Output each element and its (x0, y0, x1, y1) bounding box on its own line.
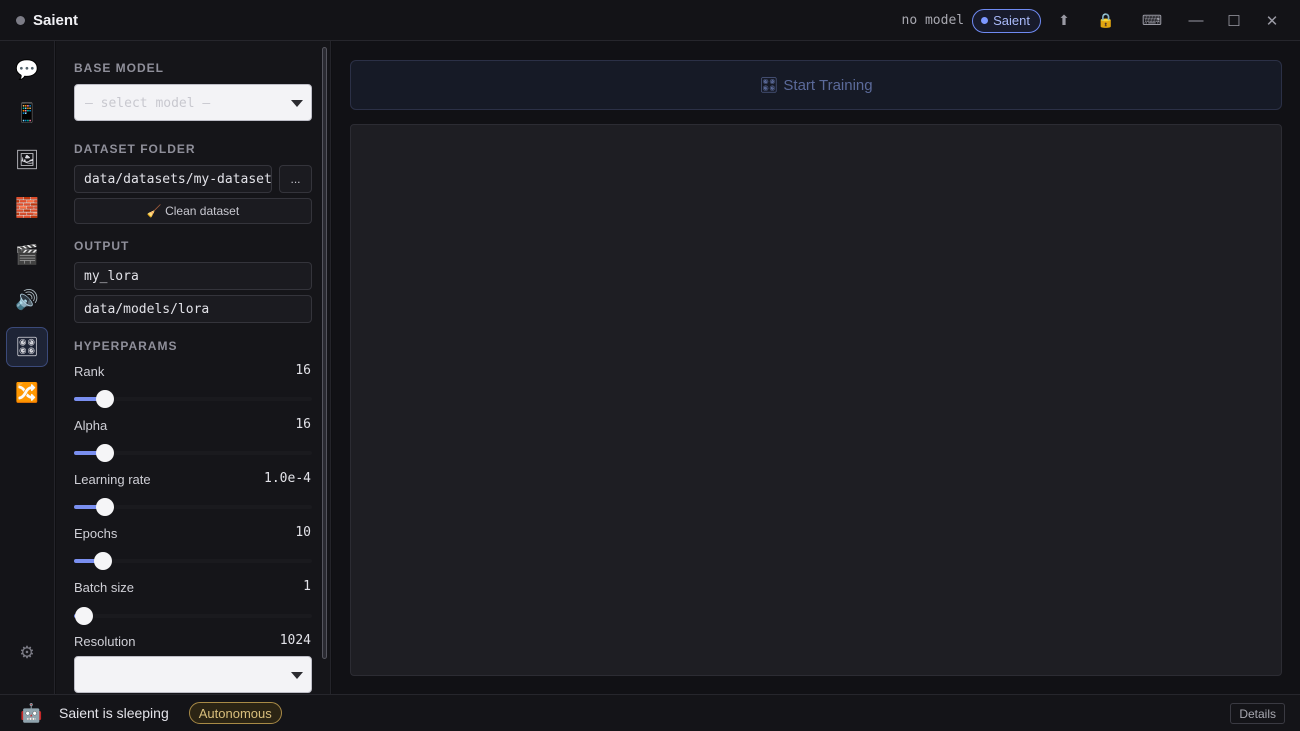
main-area: 🎛 Start Training (332, 41, 1300, 694)
rank-slider[interactable] (74, 390, 312, 408)
gear-icon[interactable]: ⚙ (6, 643, 48, 663)
agent-status-dot (981, 17, 989, 24)
resolution-value: 1024 (279, 633, 311, 648)
rank-slider-thumb[interactable] (96, 390, 114, 408)
shuffle-icon: 🔀 (15, 383, 39, 404)
epochs-value: 10 (295, 525, 311, 540)
learning-rate-slider-thumb[interactable] (96, 498, 114, 516)
details-button[interactable]: Details (1230, 703, 1285, 724)
output-dir-input[interactable]: data/models/lora (74, 295, 312, 323)
agent-pill[interactable]: Saient (972, 8, 1041, 33)
output-label: OUTPUT (74, 239, 130, 253)
training-panel: BASE MODEL — select model — DATASET FOLD… (56, 41, 331, 694)
clean-dataset-button[interactable]: 🧹 Clean dataset (74, 198, 312, 224)
brick-icon: 🧱 (15, 198, 39, 219)
control-knobs-icon: 🎛 (14, 337, 40, 358)
epochs-slider-thumb[interactable] (94, 552, 112, 570)
rail-item-bricks[interactable]: 🧱 (6, 188, 48, 228)
training-log-area (350, 124, 1282, 676)
learning-rate-value: 1.0e-4 (264, 471, 311, 486)
control-knobs-icon: 🎛 (759, 77, 779, 94)
hyperparams-label: HYPERPARAMS (74, 339, 178, 353)
app-title: Saient (33, 11, 79, 29)
autonomous-badge[interactable]: Autonomous (188, 702, 282, 724)
rank-label: Rank (74, 364, 105, 379)
rail-item-images[interactable]: 🖼 (6, 140, 48, 180)
rail-item-training[interactable]: 🎛 (6, 327, 48, 367)
app-status-dot (16, 15, 25, 25)
alpha-slider[interactable] (74, 444, 312, 462)
output-name-input[interactable]: my_lora (74, 262, 312, 290)
alpha-label: Alpha (74, 418, 108, 433)
epochs-slider[interactable] (74, 552, 312, 570)
nav-rail: 💬 📱 🖼 🧱 🎬 🔊 🎛 🔀 ⚙ (0, 41, 55, 694)
resolution-label: Resolution (74, 634, 136, 649)
alpha-slider-thumb[interactable] (96, 444, 114, 462)
model-status: no model (901, 13, 965, 28)
learning-rate-label: Learning rate (74, 472, 151, 487)
batch-size-label: Batch size (74, 580, 134, 595)
panel-scrollbar[interactable] (322, 47, 327, 659)
chevron-down-icon (291, 672, 303, 679)
keyboard-icon[interactable]: ⌨ (1131, 12, 1173, 29)
rail-item-audio[interactable]: 🔊 (6, 280, 48, 320)
browse-dataset-button[interactable]: ... (279, 165, 312, 193)
rail-item-chat[interactable]: 💬 (6, 50, 48, 90)
maximize-button[interactable]: ☐ (1215, 12, 1253, 30)
start-training-label: Start Training (783, 76, 873, 94)
base-model-placeholder: — select model — (85, 96, 211, 111)
minimize-button[interactable]: — (1177, 12, 1215, 29)
title-bar: Saient no model Saient ⬆ 🔒 ⌨ — ☐ ✕ (0, 0, 1300, 41)
batch-size-slider-thumb[interactable] (75, 607, 93, 625)
epochs-label: Epochs (74, 526, 118, 541)
rank-value: 16 (295, 363, 311, 378)
alpha-value: 16 (295, 417, 311, 432)
device-icon: 📱 (15, 103, 39, 124)
image-icon: 🖼 (14, 150, 40, 171)
dataset-folder-label: DATASET FOLDER (74, 142, 196, 156)
speaker-icon: 🔊 (15, 290, 39, 311)
chevron-down-icon (291, 100, 303, 107)
upload-icon[interactable]: ⬆ (1043, 12, 1085, 29)
base-model-label: BASE MODEL (74, 61, 165, 75)
base-model-select[interactable]: — select model — (74, 84, 312, 121)
rail-item-models[interactable]: 📱 (6, 93, 48, 133)
agent-pill-label: Saient (993, 13, 1030, 28)
start-training-button[interactable]: 🎛 Start Training (350, 60, 1282, 110)
lock-icon[interactable]: 🔒 (1085, 12, 1127, 29)
clapper-icon: 🎬 (15, 245, 39, 266)
chat-icon: 💬 (15, 60, 39, 81)
dataset-path-input[interactable]: data/datasets/my-dataset (74, 165, 272, 193)
rail-item-merge[interactable]: 🔀 (6, 373, 48, 413)
learning-rate-slider[interactable] (74, 498, 312, 516)
status-text: Saient is sleeping (59, 705, 169, 721)
batch-size-slider[interactable] (74, 607, 312, 625)
resolution-select[interactable] (74, 656, 312, 693)
status-bar: 🤖 Saient is sleeping Autonomous Details (0, 694, 1300, 731)
batch-size-value: 1 (303, 579, 311, 594)
close-button[interactable]: ✕ (1253, 12, 1291, 30)
robot-icon[interactable]: 🤖 (20, 703, 42, 724)
rail-item-video[interactable]: 🎬 (6, 235, 48, 275)
